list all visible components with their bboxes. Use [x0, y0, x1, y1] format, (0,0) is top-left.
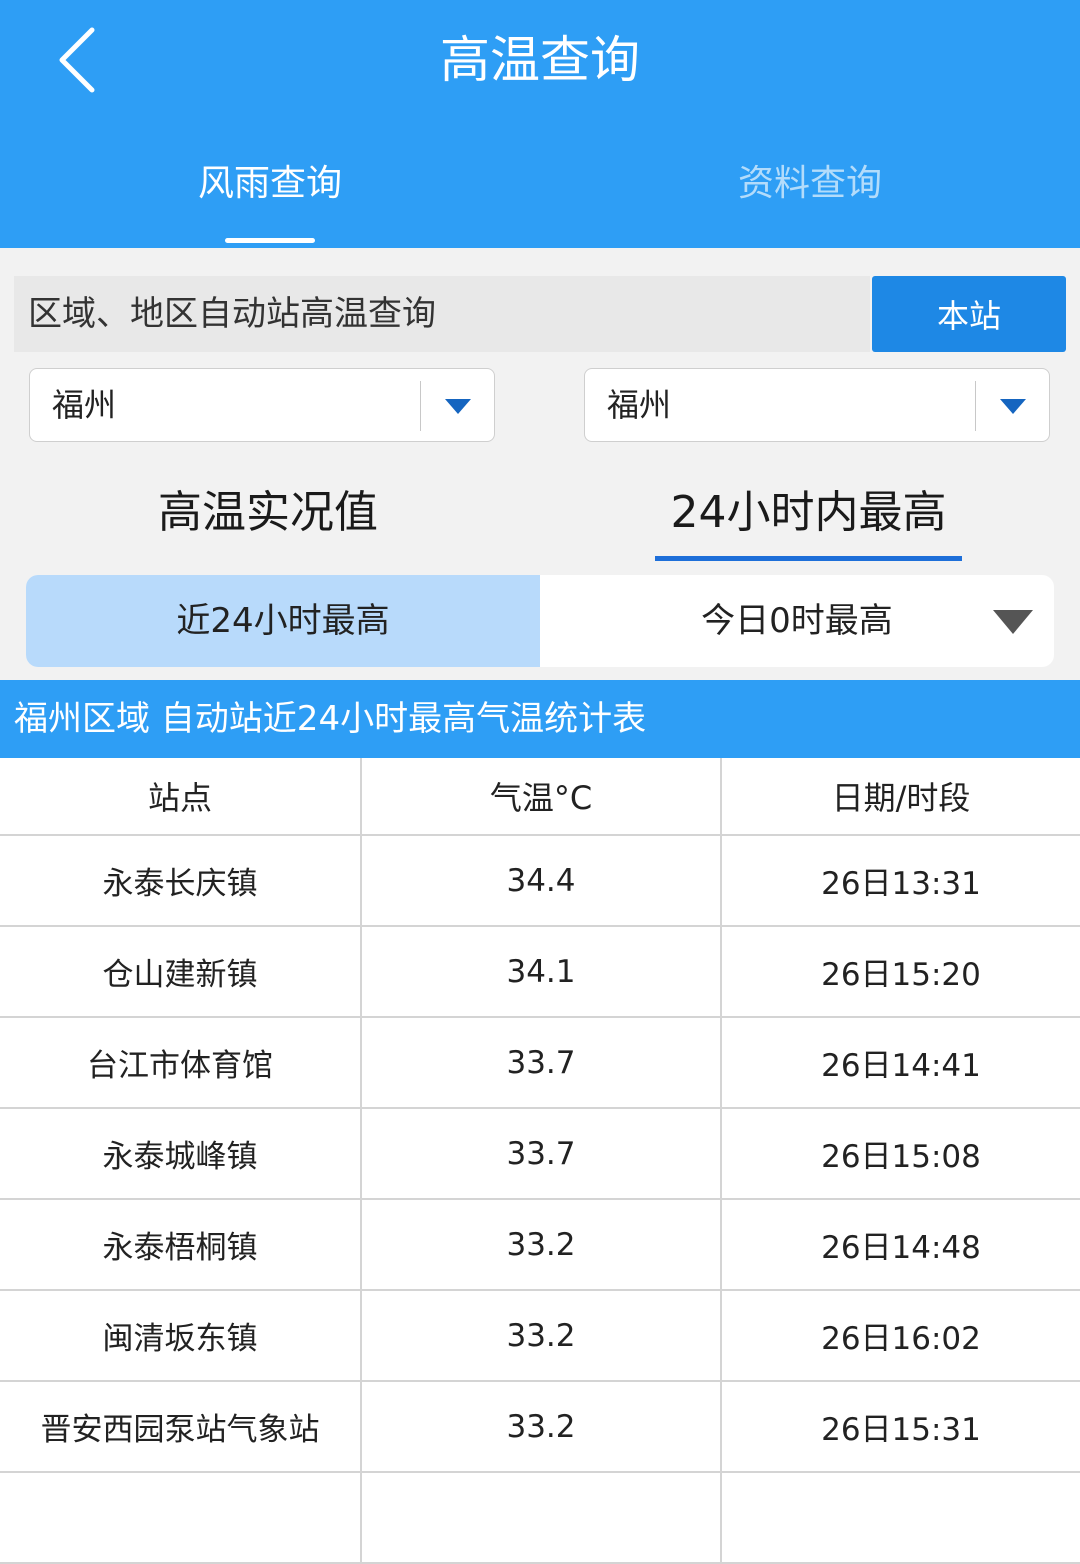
segment-last-24h[interactable]: 近24小时最高: [26, 575, 540, 667]
region-select-value: 福州: [52, 386, 117, 424]
table-row: 仓山建新镇 34.1 26日15:20: [0, 926, 1080, 1018]
triangle-down-icon[interactable]: [993, 610, 1033, 634]
cell-temperature: 34.4: [361, 835, 722, 927]
table-row: 台江市体育馆 33.7 26日14:41: [0, 1017, 1080, 1109]
active-tab-indicator: [225, 238, 315, 243]
table-row: [0, 1472, 1080, 1564]
table-title: 福州区域 自动站近24小时最高气温统计表: [0, 680, 1080, 758]
select-divider: [420, 381, 421, 431]
header-temperature: 气温°C: [361, 758, 722, 836]
cell-station: 永泰城峰镇: [0, 1108, 362, 1200]
area-select-value: 福州: [607, 386, 672, 424]
cell-station: 仓山建新镇: [0, 926, 362, 1018]
cell-temperature: 33.7: [361, 1108, 722, 1200]
query-label: 区域、地区自动站高温查询: [28, 294, 436, 334]
cell-datetime: 26日15:31: [721, 1381, 1080, 1473]
cell-datetime: 26日14:41: [721, 1017, 1080, 1109]
query-bar: 区域、地区自动站高温查询: [14, 276, 870, 352]
cell-temperature: [361, 1472, 722, 1564]
cell-temperature: 33.2: [361, 1381, 722, 1473]
this-station-button[interactable]: 本站: [872, 276, 1066, 352]
table-row: 永泰长庆镇 34.4 26日13:31: [0, 835, 1080, 927]
tab-data-query[interactable]: 资料查询: [540, 152, 1080, 216]
cell-temperature: 33.2: [361, 1290, 722, 1382]
header-station: 站点: [0, 758, 362, 836]
period-segmented-control: 近24小时最高 今日0时最高: [26, 575, 1054, 667]
header-datetime: 日期/时段: [721, 758, 1080, 836]
cell-station: 闽清坂东镇: [0, 1290, 362, 1382]
cell-station: 台江市体育馆: [0, 1017, 362, 1109]
app-header: 高温查询 风雨查询 资料查询: [0, 0, 1080, 248]
mode-tab-24h-max[interactable]: 24小时内最高: [640, 478, 977, 548]
cell-station: [0, 1472, 362, 1564]
region-select[interactable]: 福州: [29, 368, 495, 442]
table-row: 永泰梧桐镇 33.2 26日14:48: [0, 1199, 1080, 1291]
cell-datetime: 26日15:08: [721, 1108, 1080, 1200]
cell-datetime: 26日16:02: [721, 1290, 1080, 1382]
dropdown-arrow-icon[interactable]: [1000, 399, 1026, 414]
cell-station: 永泰梧桐镇: [0, 1199, 362, 1291]
mode-tab-underline: [655, 556, 962, 561]
cell-datetime: [721, 1472, 1080, 1564]
cell-temperature: 33.2: [361, 1199, 722, 1291]
cell-station: 永泰长庆镇: [0, 835, 362, 927]
cell-datetime: 26日14:48: [721, 1199, 1080, 1291]
table-row: 闽清坂东镇 33.2 26日16:02: [0, 1290, 1080, 1382]
cell-temperature: 33.7: [361, 1017, 722, 1109]
dropdown-arrow-icon[interactable]: [445, 399, 471, 414]
select-divider: [975, 381, 976, 431]
table-header-row: 站点 气温°C 日期/时段: [0, 758, 1080, 836]
cell-datetime: 26日13:31: [721, 835, 1080, 927]
temperature-table: 站点 气温°C 日期/时段 永泰长庆镇 34.4 26日13:31 仓山建新镇 …: [0, 758, 1080, 1564]
page-title: 高温查询: [440, 31, 640, 89]
cell-temperature: 34.1: [361, 926, 722, 1018]
cell-datetime: 26日15:20: [721, 926, 1080, 1018]
table-row: 永泰城峰镇 33.7 26日15:08: [0, 1108, 1080, 1200]
mode-tab-realtime[interactable]: 高温实况值: [118, 478, 418, 548]
tab-wind-rain[interactable]: 风雨查询: [0, 152, 540, 216]
cell-station: 晋安西园泵站气象站: [0, 1381, 362, 1473]
table-row: 晋安西园泵站气象站 33.2 26日15:31: [0, 1381, 1080, 1473]
area-select[interactable]: 福州: [584, 368, 1050, 442]
segment-today-0h[interactable]: 今日0时最高: [540, 575, 1054, 667]
